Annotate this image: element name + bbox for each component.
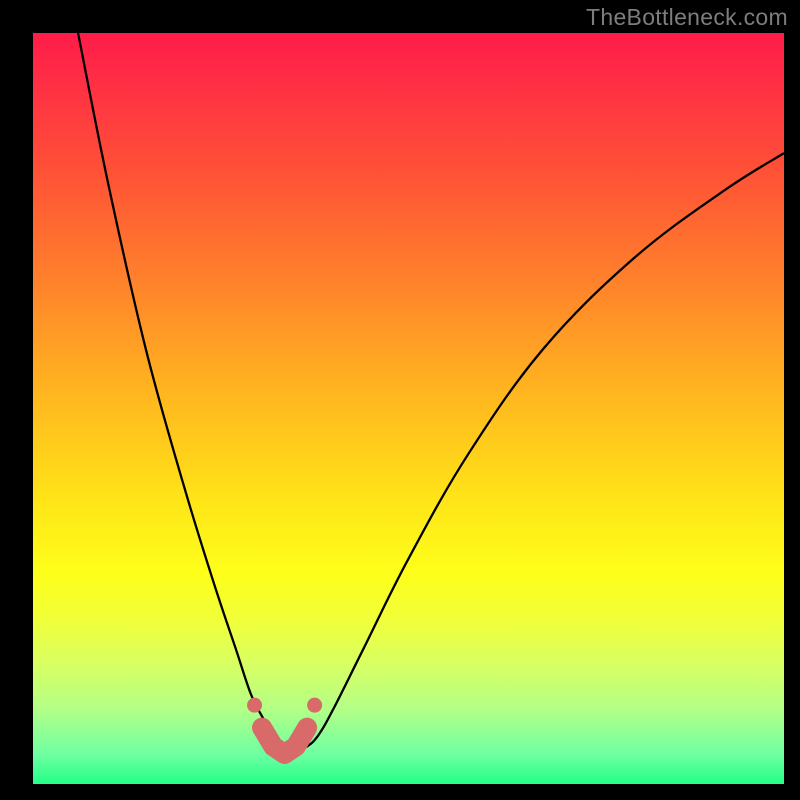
trough-dot-left bbox=[247, 698, 262, 713]
bottleneck-curve bbox=[78, 33, 784, 750]
trough-segment bbox=[262, 728, 307, 754]
curve-svg bbox=[33, 33, 784, 784]
highlight-markers bbox=[247, 698, 322, 754]
watermark-text: TheBottleneck.com bbox=[586, 4, 788, 31]
plot-area bbox=[33, 33, 784, 784]
chart-frame: TheBottleneck.com bbox=[0, 0, 800, 800]
trough-dot-right bbox=[307, 698, 322, 713]
